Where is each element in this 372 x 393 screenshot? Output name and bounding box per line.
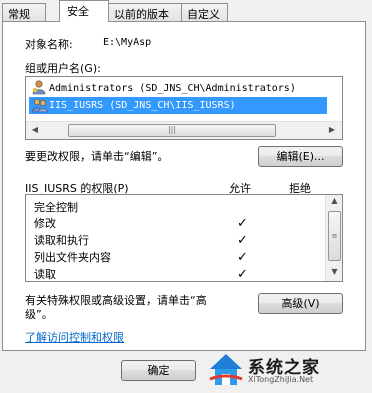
access-control-help-link[interactable]: 了解访问控制和权限	[25, 329, 124, 345]
group-name: IIS_IUSRS (SD_JNS_CH\IIS_IUSRS)	[49, 100, 236, 111]
permission-name: 读取和执行	[34, 234, 89, 247]
permission-row: 修改 ✓	[34, 215, 324, 232]
groups-listbox[interactable]: Administrators (SD_JNS_CH\Administrators…	[25, 76, 343, 140]
special-permissions-hint-cont: 级”。	[25, 308, 53, 321]
permission-name: 列出文件夹内容	[34, 251, 111, 264]
object-name-label: 对象名称:	[25, 38, 73, 51]
tab-label: 常规	[8, 8, 30, 21]
tab-bar: 常规 安全 以前的版本 自定义	[0, 0, 372, 22]
permission-name: 读取	[34, 268, 56, 281]
ok-button-label: 确定	[147, 364, 170, 377]
permissions-listbox: 完全控制 修改 ✓ 读取和执行 ✓ 列出文件夹内容 ✓ 读取 ✓ ▲ ≡ ▼	[25, 194, 343, 282]
group-row-administrators[interactable]: Administrators (SD_JNS_CH\Administrators…	[26, 80, 342, 97]
permission-name: 完全控制	[34, 201, 78, 214]
grip-icon: ≡	[331, 232, 338, 240]
permission-row: 读取 ✓	[34, 266, 324, 282]
scroll-right-arrow-icon[interactable]: ▶	[325, 125, 339, 134]
scrollbar-thumb[interactable]: ≡	[328, 211, 341, 261]
groups-label: 组或用户名(G):	[25, 62, 101, 75]
watermark-url: XiTongZhiJia.Net	[248, 375, 314, 384]
tab-previous-versions[interactable]: 以前的版本	[108, 3, 182, 21]
tab-security[interactable]: 安全	[59, 0, 109, 22]
house-logo-icon	[206, 349, 246, 389]
tab-general[interactable]: 常规	[2, 3, 46, 21]
change-permissions-hint: 要更改权限，请单击“编辑”。	[25, 150, 169, 163]
permission-name: 修改	[34, 217, 56, 230]
users-group-icon	[32, 98, 48, 118]
advanced-button-label: 高级	[281, 297, 304, 310]
edit-button[interactable]: 编辑(E)...	[258, 146, 343, 167]
scrollbar-thumb[interactable]: |||	[68, 124, 276, 137]
allow-check-icon: ✓	[237, 250, 248, 265]
scroll-down-arrow-icon[interactable]: ▼	[328, 267, 341, 276]
group-row-iis-iusrs[interactable]: IIS_IUSRS (SD_JNS_CH\IIS_IUSRS)	[29, 97, 327, 114]
object-name-value: E:\MyAsp	[103, 37, 152, 48]
grip-icon: |||	[167, 125, 177, 134]
edit-button-hotkey: (E)...	[298, 150, 325, 163]
allow-check-icon: ✓	[237, 216, 248, 231]
advanced-button[interactable]: 高级(V)	[258, 293, 343, 314]
tab-label: 以前的版本	[114, 8, 169, 21]
advanced-button-hotkey: (V)	[303, 297, 320, 310]
permission-row: 列出文件夹内容 ✓	[34, 249, 324, 266]
groups-horizontal-scrollbar[interactable]: ◀ ||| ▶	[26, 121, 342, 139]
scroll-left-arrow-icon[interactable]: ◀	[28, 125, 42, 134]
tab-label: 自定义	[187, 8, 220, 21]
scroll-up-arrow-icon[interactable]: ▲	[328, 196, 341, 205]
tab-customize[interactable]: 自定义	[181, 3, 228, 21]
watermark: 系统之家 XiTongZhiJia.Net	[206, 347, 366, 389]
permission-row: 完全控制	[34, 199, 324, 216]
allow-check-icon: ✓	[237, 233, 248, 248]
tab-label: 安全	[67, 5, 89, 18]
permission-row: 读取和执行 ✓	[34, 232, 324, 249]
ok-button[interactable]: 确定	[121, 360, 196, 381]
allow-check-icon: ✓	[237, 267, 248, 282]
group-name: Administrators (SD_JNS_CH\Administrators…	[49, 83, 296, 94]
permissions-vertical-scrollbar[interactable]: ▲ ≡ ▼	[325, 195, 342, 281]
edit-button-label: 编辑	[276, 150, 299, 163]
